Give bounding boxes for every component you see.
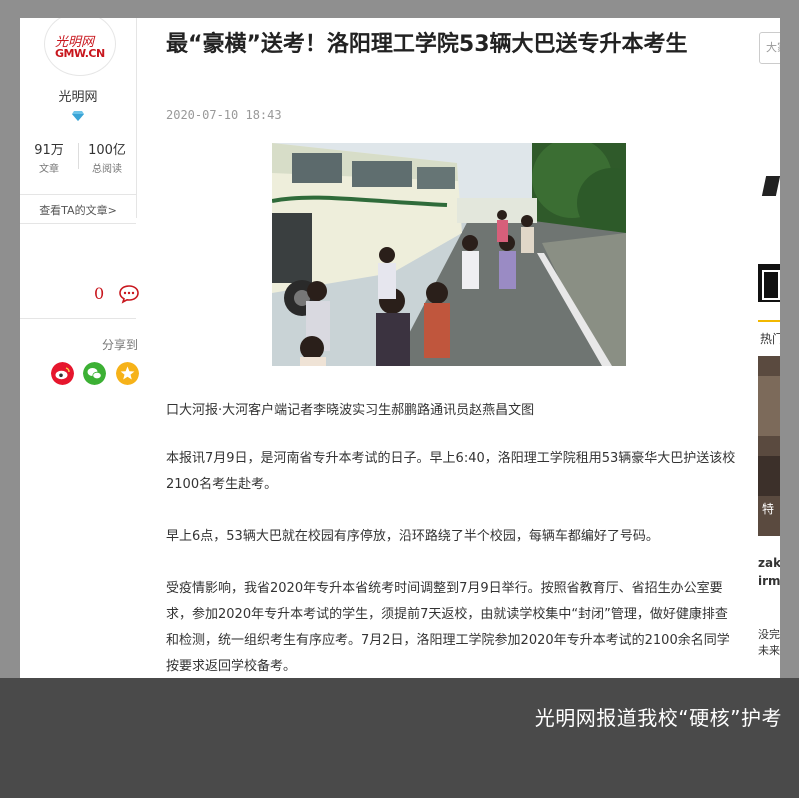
comment-count: 0 [94, 284, 105, 303]
stat-reads: 100亿 总阅读 [78, 139, 136, 175]
wechat-share-icon[interactable] [83, 362, 106, 385]
search-input[interactable]: 大家都在搜 [759, 32, 780, 64]
logo-text-bottom: GMW.CN [55, 47, 105, 60]
stat-articles-value: 91万 [34, 143, 64, 158]
sidebar-divider [20, 194, 136, 195]
hot-news-snippet-2[interactable]: 未来 [758, 642, 780, 658]
weibo-share-icon[interactable] [51, 362, 74, 385]
article-paragraph: 本报讯7月9日，是河南省专升本考试的日子。早上6:40，洛阳理工学院租用53辆豪… [166, 451, 736, 492]
article-paragraph: 口大河报·大河客户端记者李晓波实习生郝鹏路通讯员赵燕昌文图 [166, 403, 535, 418]
author-stats: 91万 文章 100亿 总阅读 [20, 139, 136, 175]
hot-news-title-2[interactable]: irm [758, 574, 780, 588]
browser-page: 光明网 GMW.CN 光明网 91万 文章 100亿 总阅读 查看TA的文章> … [20, 18, 780, 678]
article-date: 2020-07-10 18:43 [166, 108, 282, 122]
stat-reads-value: 100亿 [88, 143, 126, 158]
stat-articles: 91万 文章 [20, 139, 78, 175]
hot-news-snippet[interactable]: 没完 [758, 626, 780, 642]
article-photo [272, 143, 626, 366]
caption-text: 光明网报道我校“硬核”护考 [534, 706, 782, 730]
author-sidebar: 光明网 GMW.CN 光明网 91万 文章 100亿 总阅读 查看TA的文章> … [20, 18, 140, 678]
gmw-logo[interactable]: 光明网 GMW.CN [44, 18, 116, 76]
stat-articles-label: 文章 [39, 164, 59, 175]
hot-news-title[interactable]: zak [758, 556, 780, 570]
author-name[interactable]: 光明网 [20, 86, 136, 105]
favorite-star-icon[interactable] [116, 362, 139, 385]
caption-bar: 光明网报道我校“硬核”护考 [0, 678, 799, 798]
sidebar-divider [20, 223, 136, 224]
article-title: 最“豪横”送考！洛阳理工学院53辆大巴送专升本考生 [166, 32, 688, 57]
view-articles-link[interactable]: 查看TA的文章> [20, 202, 136, 218]
sidebar-divider [20, 318, 136, 319]
share-label: 分享到 [102, 338, 139, 352]
stat-reads-label: 总阅读 [92, 164, 122, 175]
screenshot-frame: 光明网 GMW.CN 光明网 91万 文章 100亿 总阅读 查看TA的文章> … [0, 0, 799, 678]
hot-tab-underline [758, 320, 780, 322]
banner-image [758, 158, 780, 228]
hot-news-caption: 特 [762, 502, 775, 516]
sidebar-border [136, 18, 137, 218]
article-paragraph: 早上6点，53辆大巴就在校园有序停放，沿环路绕了半个校园，每辆车都编好了号码。 [166, 529, 659, 544]
verified-diamond-icon [72, 111, 84, 121]
comment-icon[interactable] [118, 284, 140, 304]
banner-dark [758, 264, 780, 302]
article-paragraph: 受疫情影响，我省2020年专升本省统考时间调整到7月9日举行。按照省教育厅、省招… [166, 581, 730, 674]
hot-tab-label[interactable]: 热门 [760, 330, 780, 347]
right-column: 大家都在搜 热门 特 zak irm 没完 未来 [758, 18, 780, 678]
